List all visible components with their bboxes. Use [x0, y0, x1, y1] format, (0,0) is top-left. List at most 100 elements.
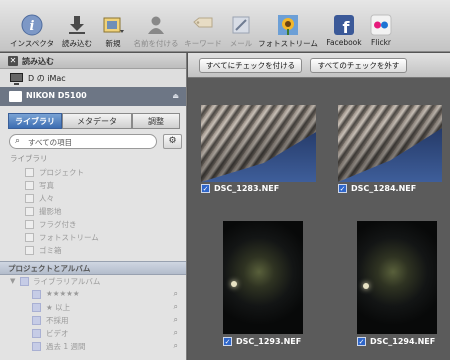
check-all-button[interactable]: すべてにチェックを付ける: [199, 58, 302, 73]
tab-library[interactable]: ライブラリ: [8, 113, 62, 129]
sidebar-item-flagged[interactable]: フラグ付き: [0, 218, 186, 231]
photo-thumbnail[interactable]: ✓ DSC_1284.NEF: [338, 105, 442, 195]
import-button[interactable]: 読み込む: [60, 0, 94, 52]
close-icon[interactable]: ✕: [8, 56, 18, 66]
album-item-video[interactable]: ビデオ ⌕: [0, 327, 186, 340]
smart-album-icon: [32, 342, 41, 351]
mail-label: メール: [229, 39, 253, 48]
flag-icon: [25, 220, 34, 229]
selection-bar: すべてにチェックを付ける すべてのチェックを外す: [188, 53, 450, 78]
device-camera[interactable]: NIKON D5100 ⏏: [0, 87, 186, 106]
library-section-title: ライブラリ: [10, 154, 48, 163]
gear-icon: ⚙: [168, 136, 177, 146]
sunflower-icon: [278, 15, 298, 35]
gear-button[interactable]: ⚙: [163, 134, 182, 149]
import-arrow-icon: [69, 16, 85, 34]
photo-image: [223, 221, 303, 334]
search-icon: ⌕: [173, 328, 178, 337]
sidebar-item-label: 撮影地: [39, 207, 62, 216]
name-faces-button[interactable]: 名前を付ける: [132, 0, 180, 52]
svg-text:f: f: [343, 18, 351, 36]
smart-album-icon: [32, 290, 41, 299]
computer-icon: [10, 73, 23, 85]
sidebar-item-photostream[interactable]: フォトストリーム: [0, 231, 186, 244]
disclosure-triangle-icon[interactable]: ▼: [10, 277, 15, 285]
photo-image: [201, 105, 316, 182]
facebook-icon: f: [334, 15, 354, 36]
album-item-last-week[interactable]: 過去 1 週間 ⌕: [0, 340, 186, 353]
sidebar-item-places[interactable]: 撮影地: [0, 205, 186, 218]
uncheck-all-button[interactable]: すべてのチェックを外す: [310, 58, 407, 73]
keyword-label: キーワード: [184, 39, 222, 48]
photo-filename: DSC_1294.NEF: [370, 337, 436, 346]
album-item-five-stars[interactable]: ★★★★★ ⌕: [0, 288, 186, 301]
library-album-label: ライブラリアルバム: [33, 277, 101, 286]
inspector-button[interactable]: i インスペクタ: [4, 0, 60, 52]
mail-button[interactable]: メール: [224, 0, 258, 52]
import-browser: すべてにチェックを付ける すべてのチェックを外す ✓ DSC_1283.NEF …: [188, 53, 450, 360]
photostream-button[interactable]: フォトストリーム: [256, 0, 320, 52]
flickr-icon: [370, 14, 392, 36]
inspector-label: インスペクタ: [9, 39, 55, 48]
album-item-label: 過去 1 週間: [46, 342, 86, 351]
import-header[interactable]: ✕ 読み込む: [0, 53, 186, 69]
flickr-button[interactable]: Flickr: [366, 0, 396, 52]
keyword-button[interactable]: キーワード: [182, 0, 224, 52]
camera-icon: [9, 91, 22, 102]
sidebar-item-label: 人々: [39, 194, 54, 203]
album-item-label: 不採用: [46, 316, 69, 325]
album-item-label: ★ 以上: [46, 303, 71, 312]
sidebar-item-trash[interactable]: ゴミ箱: [0, 244, 186, 257]
search-icon: ⌕: [173, 302, 178, 311]
tab-metadata[interactable]: メタデータ: [62, 113, 132, 129]
tab-adjust[interactable]: 調整: [132, 113, 180, 129]
photos-icon: [25, 181, 34, 190]
device-imac-label: D の iMac: [28, 74, 66, 83]
photo-filename: DSC_1283.NEF: [214, 184, 280, 193]
checkbox[interactable]: ✓: [357, 337, 366, 346]
device-camera-label: NIKON D5100: [26, 91, 87, 100]
facebook-label: Facebook: [326, 38, 362, 47]
smart-album-icon: [32, 316, 41, 325]
photo-filename: DSC_1284.NEF: [351, 184, 417, 193]
device-imac[interactable]: D の iMac: [0, 69, 186, 87]
places-icon: [25, 207, 34, 216]
smart-album-icon: [32, 329, 41, 338]
eject-icon[interactable]: ⏏: [172, 92, 179, 100]
svg-text:i: i: [30, 19, 35, 34]
search-icon: ⌕: [15, 136, 21, 146]
photo-thumbnail[interactable]: ✓ DSC_1294.NEF: [357, 221, 437, 349]
sidebar-item-photos[interactable]: 写真: [0, 179, 186, 192]
import-header-label: 読み込む: [22, 57, 54, 66]
smart-album-icon: [32, 303, 41, 312]
album-item-rejected[interactable]: 不採用 ⌕: [0, 314, 186, 327]
new-label: 新規: [105, 39, 121, 48]
sidebar-tabs: ライブラリ メタデータ 調整: [0, 113, 186, 129]
search-placeholder: すべての項目: [28, 138, 73, 147]
photo-thumbnail[interactable]: ✓ DSC_1293.NEF: [223, 221, 303, 349]
album-item-label: ★★★★★: [46, 289, 80, 298]
search-input[interactable]: ⌕ すべての項目: [9, 134, 157, 149]
new-button[interactable]: 新規: [96, 0, 130, 52]
checkbox[interactable]: ✓: [338, 184, 347, 193]
projects-albums-header: プロジェクトとアルバム: [0, 261, 186, 275]
album-item-label: ビデオ: [46, 329, 69, 338]
checkbox[interactable]: ✓: [223, 337, 232, 346]
flickr-label: Flickr: [370, 38, 392, 47]
photo-thumbnail[interactable]: ✓ DSC_1283.NEF: [201, 105, 316, 195]
search-icon: ⌕: [173, 289, 178, 298]
checkbox[interactable]: ✓: [201, 184, 210, 193]
import-label: 読み込む: [62, 39, 92, 48]
photostream-label: フォトストリーム: [258, 39, 318, 48]
facebook-button[interactable]: f Facebook: [322, 0, 366, 52]
sidebar-item-people[interactable]: 人々: [0, 192, 186, 205]
sidebar-item-projects[interactable]: プロジェクト: [0, 166, 186, 179]
photo-filename: DSC_1293.NEF: [236, 337, 302, 346]
sidebar-item-label: ゴミ箱: [39, 246, 62, 255]
sidebar-item-label: 写真: [39, 181, 54, 190]
search-row: ⌕ すべての項目 ⚙: [0, 132, 186, 152]
album-item-one-star-up[interactable]: ★ 以上 ⌕: [0, 301, 186, 314]
photostream-icon: [25, 233, 34, 242]
sidebar-item-label: フォトストリーム: [39, 233, 99, 242]
library-album[interactable]: ▼ ライブラリアルバム: [0, 275, 186, 288]
